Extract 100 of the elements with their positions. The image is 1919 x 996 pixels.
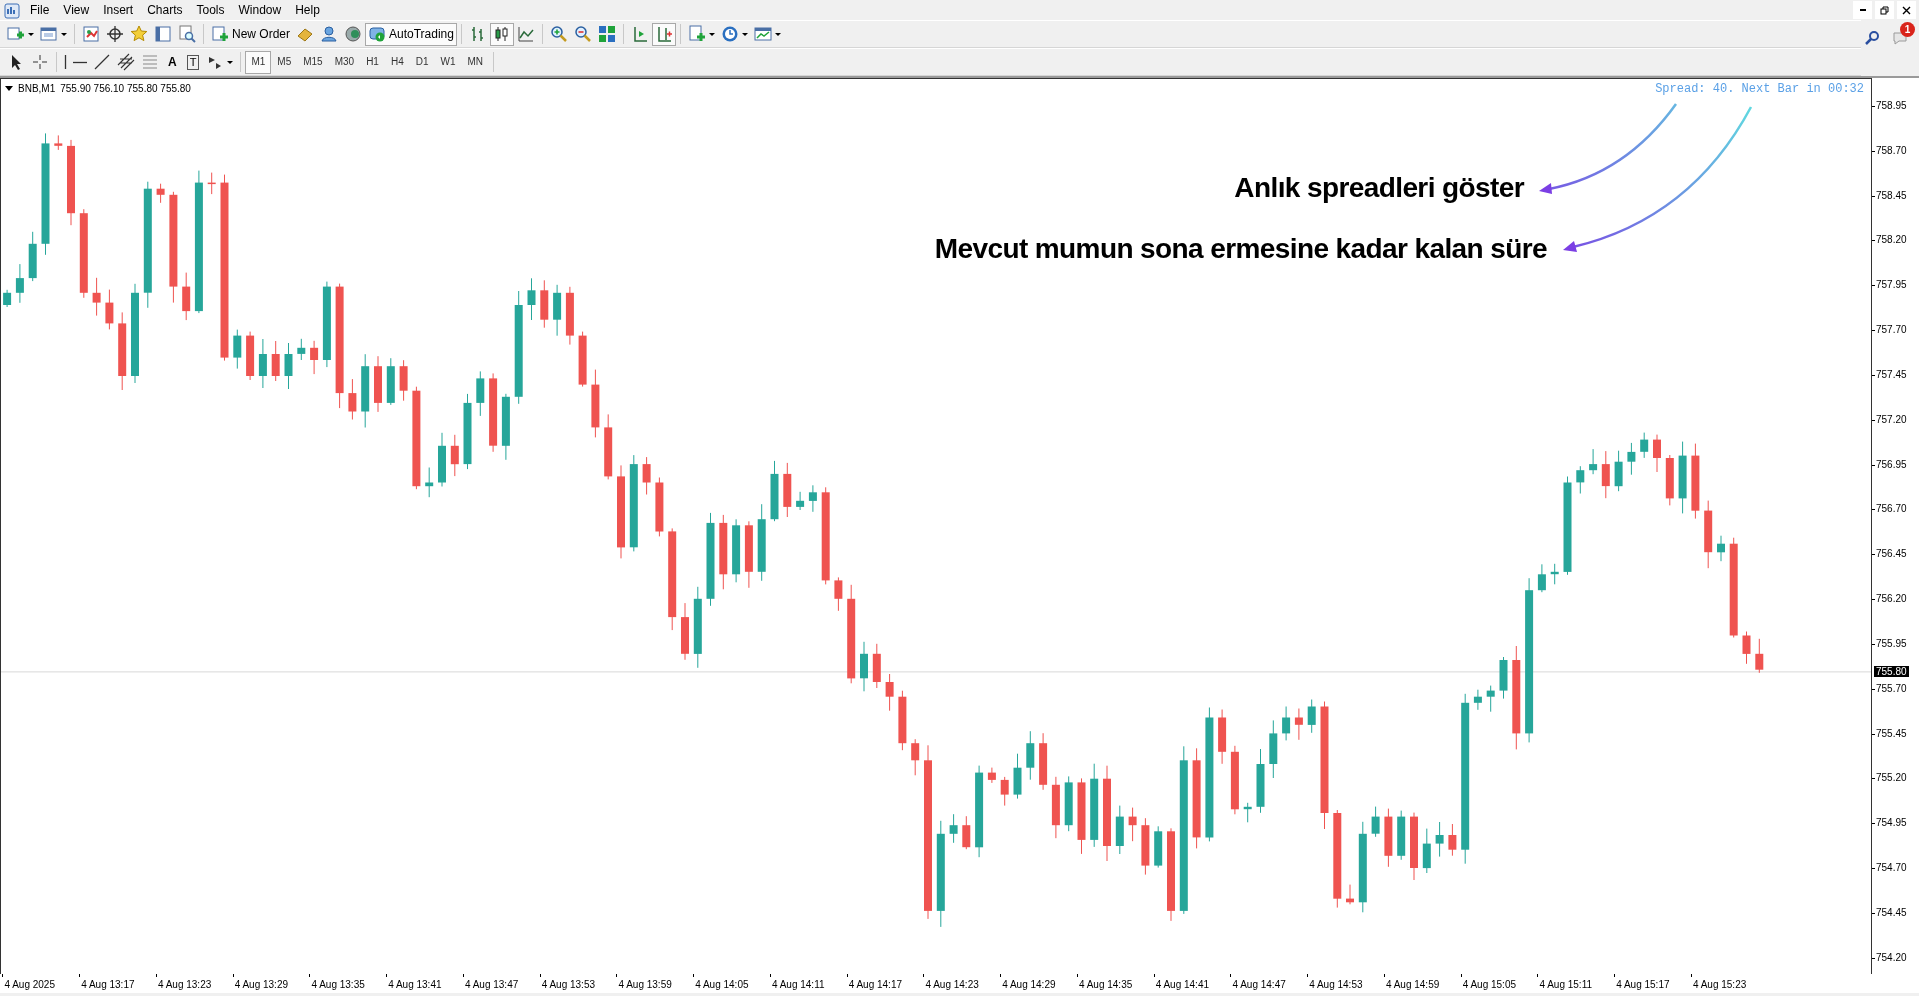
time-label: 4 Aug 2025: [4, 978, 55, 992]
minimize-button[interactable]: [1853, 1, 1872, 19]
dropdown-triangle-icon: [5, 86, 13, 91]
menu-item[interactable]: Help: [288, 0, 327, 21]
price-label: 754.70: [1876, 863, 1907, 874]
plus-document-icon: [7, 25, 25, 43]
timeframe-button[interactable]: H1: [360, 50, 385, 74]
time-label: 4 Aug 15:23: [1692, 978, 1747, 992]
price-label: 754.45: [1876, 907, 1907, 918]
minimize-icon: [1859, 9, 1866, 11]
time-label: 4 Aug 14:29: [1002, 978, 1056, 992]
price-label: 756.70: [1876, 504, 1907, 515]
chart-symbol: BNB,M1: [18, 82, 56, 96]
restore-icon: [1879, 4, 1890, 16]
timeframe-button[interactable]: M5: [271, 50, 298, 74]
timeframe-button[interactable]: W1: [434, 50, 462, 74]
clock-icon: [720, 25, 739, 43]
time-label: 4 Aug 13:29: [234, 978, 289, 992]
time-label: 4 Aug 15:05: [1462, 978, 1517, 992]
crosshair-icon: [106, 25, 124, 43]
time-label: 4 Aug 14:05: [695, 978, 749, 992]
time-label: 4 Aug 14:11: [771, 978, 825, 992]
menu-item[interactable]: Charts: [140, 0, 190, 21]
caret-icon: [61, 32, 67, 36]
plus-document-icon: [687, 25, 706, 43]
time-label: 4 Aug 14:47: [1232, 978, 1286, 992]
price-label: 757.70: [1876, 325, 1907, 336]
line-chart-icon: [516, 25, 535, 43]
time-label: 4 Aug 13:53: [541, 978, 596, 992]
menu-item[interactable]: Tools: [189, 0, 232, 21]
plus-document-icon: [211, 25, 229, 43]
chart-window-icon: [82, 25, 100, 43]
restore-button[interactable]: [1875, 1, 1894, 19]
caret-icon: [28, 32, 34, 36]
time-label: 4 Aug 13:41: [388, 978, 442, 992]
price-label: 755.45: [1876, 728, 1907, 739]
menu-item[interactable]: View: [56, 0, 97, 21]
magnifier-icon: [178, 25, 196, 43]
time-label: 4 Aug 14:53: [1309, 978, 1363, 992]
time-label: 4 Aug 14:23: [925, 978, 979, 992]
price-label: 758.45: [1876, 190, 1907, 201]
menu-item[interactable]: Insert: [96, 0, 141, 21]
price-label: 757.95: [1876, 280, 1907, 291]
notification-count: 1: [1900, 22, 1915, 37]
time-label: 4 Aug 15:11: [1539, 978, 1593, 992]
text-tool-button[interactable]: A: [162, 50, 183, 74]
price-label: 755.70: [1876, 683, 1907, 694]
app-icon: [4, 2, 20, 19]
time-label: 4 Aug 15:17: [1616, 978, 1670, 992]
crosshair-icon: [31, 53, 49, 71]
time-label: 4 Aug 14:35: [1078, 978, 1133, 992]
timeframe-button[interactable]: M1: [245, 50, 272, 74]
candlestick-icon: [492, 25, 511, 43]
timeframe-button[interactable]: H4: [384, 50, 410, 74]
spread-info: Spread: 40. Next Bar in 00:32: [1655, 81, 1864, 98]
time-label: 4 Aug 14:41: [1155, 978, 1210, 992]
search-icon: [1864, 29, 1880, 46]
time-label: 4 Aug 14:59: [1385, 978, 1440, 992]
chart-window-icon: [753, 25, 772, 43]
time-label: 4 Aug 14:17: [848, 978, 903, 992]
caret-icon: [741, 32, 748, 36]
grid-icon: [597, 25, 616, 43]
annotation-text: Mevcut mumun sona ermesine kadar kalan süre: [934, 232, 1547, 266]
price-label: 757.45: [1876, 369, 1907, 380]
caret-icon: [227, 60, 234, 64]
text-label-button[interactable]: T: [182, 50, 204, 74]
auto-trading-button[interactable]: AutoTrading: [365, 22, 457, 46]
price-label: 754.20: [1876, 952, 1907, 963]
time-label: 4 Aug 13:17: [81, 978, 135, 992]
window-icon: [40, 25, 58, 43]
price-label: 758.20: [1876, 235, 1907, 246]
price-label: 756.95: [1876, 459, 1907, 470]
time-label: 4 Aug 13:35: [311, 978, 365, 992]
close-icon: [1901, 4, 1912, 16]
timeframe-button[interactable]: D1: [409, 50, 435, 74]
horizontal-line-icon: [73, 60, 87, 64]
zoom-in-icon: [549, 25, 568, 43]
menu-item[interactable]: Window: [231, 0, 289, 21]
current-price-label: 755.80: [1874, 665, 1909, 677]
vertical-line-icon: [64, 55, 67, 69]
person-icon: [320, 25, 338, 43]
new-order-button[interactable]: New Order: [208, 22, 293, 46]
chart-quote: 755.90 756.10 755.80 755.80: [60, 82, 191, 96]
price-label: 758.95: [1876, 101, 1907, 111]
zoom-out-icon: [573, 25, 592, 43]
time-label: 4 Aug 13:47: [464, 978, 519, 992]
close-button[interactable]: [1897, 1, 1916, 19]
trendline-icon: [93, 53, 111, 71]
timeframe-button[interactable]: M15: [297, 50, 329, 74]
price-label: 756.20: [1876, 594, 1907, 605]
caret-icon: [774, 32, 781, 36]
channel-icon: [117, 53, 135, 71]
star-icon: [130, 25, 148, 43]
chart-shift-button[interactable]: [651, 22, 676, 46]
timeframe-button[interactable]: MN: [461, 50, 490, 74]
price-label: 754.95: [1876, 818, 1907, 829]
candlestick-button[interactable]: [489, 22, 514, 46]
menu-item[interactable]: File: [23, 0, 57, 21]
timeframe-button[interactable]: M30: [328, 50, 361, 74]
price-label: 755.95: [1876, 638, 1907, 649]
